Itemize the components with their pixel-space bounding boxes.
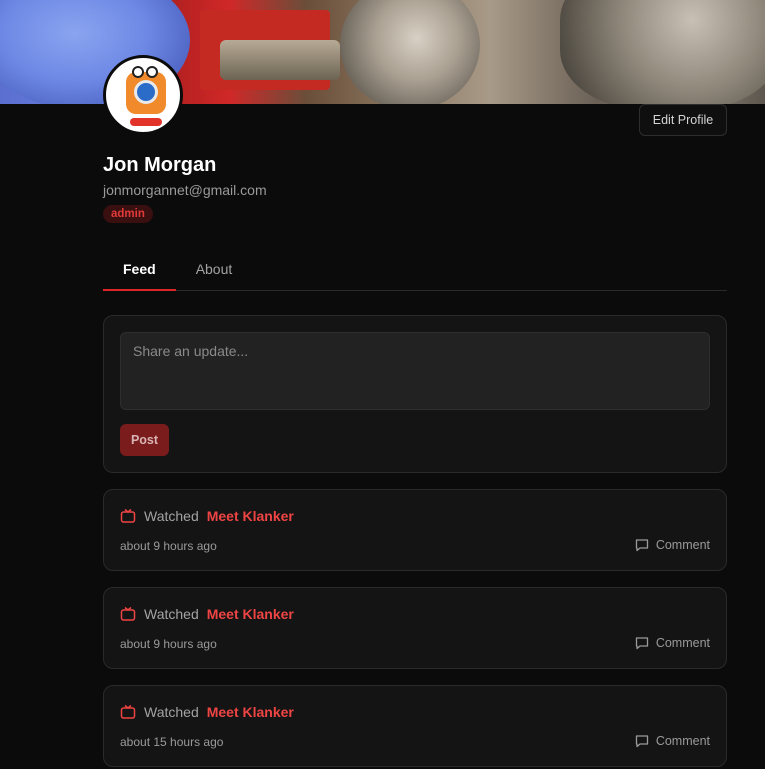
- comment-icon: [635, 734, 649, 748]
- edit-profile-button[interactable]: Edit Profile: [639, 104, 727, 136]
- activity-verb: Watched: [144, 704, 199, 720]
- feed-item: Watched Meet Klanker about 9 hours ago C…: [103, 587, 727, 669]
- tab-about[interactable]: About: [176, 248, 253, 290]
- tab-feed[interactable]: Feed: [103, 248, 176, 291]
- activity-timestamp: about 9 hours ago: [120, 539, 217, 553]
- role-badge: admin: [103, 205, 153, 223]
- comment-button[interactable]: Comment: [635, 734, 710, 748]
- feed-item: Watched Meet Klanker about 15 hours ago …: [103, 685, 727, 767]
- tv-icon: [120, 704, 136, 720]
- profile-tabs: Feed About: [103, 248, 727, 291]
- share-update-input[interactable]: [120, 332, 710, 410]
- profile-email: jonmorgannet@gmail.com: [103, 182, 267, 198]
- profile-name: Jon Morgan: [103, 154, 217, 176]
- activity-verb: Watched: [144, 508, 199, 524]
- activity-title-link[interactable]: Meet Klanker: [207, 508, 294, 524]
- activity-timestamp: about 15 hours ago: [120, 735, 224, 749]
- comment-label: Comment: [655, 538, 710, 552]
- post-composer: Post: [103, 315, 727, 473]
- tv-icon: [120, 606, 136, 622]
- comment-button[interactable]: Comment: [635, 636, 710, 650]
- comment-icon: [635, 538, 649, 552]
- activity-title-link[interactable]: Meet Klanker: [207, 704, 294, 720]
- avatar: [103, 55, 183, 135]
- tv-icon: [120, 508, 136, 524]
- comment-label: Comment: [655, 636, 710, 650]
- post-button[interactable]: Post: [120, 424, 169, 456]
- comment-label: Comment: [655, 734, 710, 748]
- comment-icon: [635, 636, 649, 650]
- activity-title-link[interactable]: Meet Klanker: [207, 606, 294, 622]
- comment-button[interactable]: Comment: [635, 538, 710, 552]
- activity-timestamp: about 9 hours ago: [120, 637, 217, 651]
- activity-verb: Watched: [144, 606, 199, 622]
- feed-item: Watched Meet Klanker about 9 hours ago C…: [103, 489, 727, 571]
